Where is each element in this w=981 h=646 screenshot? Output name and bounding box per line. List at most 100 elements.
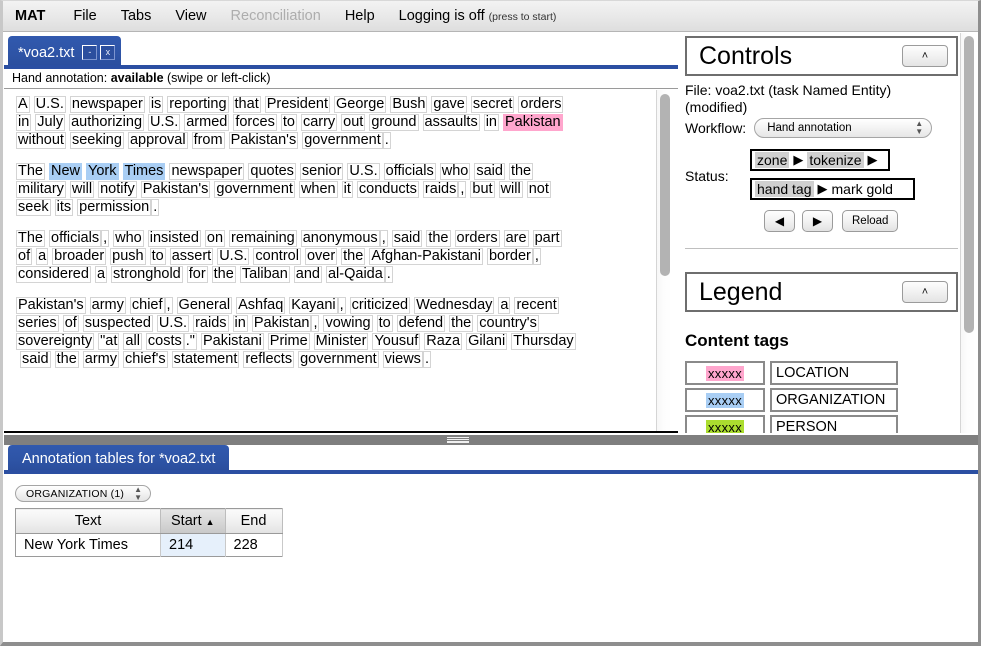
text-token[interactable]: al-Qaida (325, 266, 385, 283)
legend-tag-name[interactable]: PERSON (770, 415, 898, 433)
text-token[interactable]: for (186, 266, 208, 283)
cell-end[interactable]: 228 (225, 533, 283, 557)
text-token[interactable]: July (35, 114, 66, 131)
text-token[interactable]: is (148, 96, 164, 113)
document-vertical-scrollbar[interactable] (656, 90, 672, 431)
text-token[interactable]: who (113, 230, 144, 247)
annotated-token-org[interactable]: York (86, 163, 119, 180)
text-token[interactable]: authorizing (69, 114, 145, 131)
text-token[interactable]: will (69, 181, 95, 198)
text-token[interactable]: Raza (424, 333, 463, 350)
text-token[interactable]: newspaper (69, 96, 145, 113)
text-token[interactable]: raids (193, 315, 229, 332)
text-token[interactable]: the (211, 266, 236, 283)
text-token[interactable]: broader (52, 248, 107, 265)
text-token[interactable]: chief's (123, 351, 168, 368)
menu-brand-mat[interactable]: MAT (15, 8, 45, 24)
text-token[interactable]: the (54, 351, 79, 368)
text-token[interactable]: carry (300, 114, 338, 131)
text-token[interactable]: Prime (267, 333, 310, 350)
tag-type-select[interactable]: ORGANIZATION (1) ▲ ▼ (15, 485, 152, 502)
text-token[interactable]: the (426, 230, 451, 247)
text-token[interactable]: to (280, 114, 297, 131)
text-token[interactable]: . (384, 266, 393, 283)
reload-button[interactable]: Reload (842, 210, 899, 232)
text-token[interactable]: Minister (313, 333, 369, 350)
text-token[interactable]: who (439, 163, 471, 180)
close-icon[interactable]: x (100, 45, 116, 60)
text-token[interactable]: "at (98, 333, 120, 350)
text-token[interactable]: Yousuf (372, 333, 421, 350)
text-token[interactable]: anonymous (300, 230, 380, 247)
text-token[interactable]: , (458, 181, 467, 198)
text-token[interactable]: chief (129, 297, 165, 314)
text-token[interactable]: Taliban (239, 266, 290, 283)
right-panel-scrollbar[interactable] (960, 33, 976, 433)
minimize-icon[interactable]: - (82, 45, 98, 60)
text-token[interactable]: conducts (356, 181, 419, 198)
text-token[interactable]: secret (470, 96, 515, 113)
text-token[interactable]: said (20, 351, 51, 368)
text-token[interactable]: defend (396, 315, 446, 332)
legend-tag-name[interactable]: ORGANIZATION (770, 388, 898, 412)
text-token[interactable]: U.S. (148, 114, 181, 131)
text-token[interactable]: it (341, 181, 353, 198)
text-token[interactable]: government (302, 132, 383, 149)
text-token[interactable]: newspaper (169, 163, 245, 180)
text-token[interactable]: over (304, 248, 338, 265)
text-token[interactable]: suspected (82, 315, 153, 332)
text-token[interactable]: officials (383, 163, 436, 180)
annotated-token-org[interactable]: New (49, 163, 83, 180)
text-token[interactable]: stronghold (111, 266, 183, 283)
text-token[interactable]: armed (184, 114, 230, 131)
text-token[interactable]: of (62, 315, 79, 332)
text-token[interactable]: senior (299, 163, 344, 180)
text-token[interactable]: said (391, 230, 423, 247)
chevron-up-icon[interactable]: ˄ (902, 45, 948, 67)
text-token[interactable]: approval (127, 132, 188, 149)
text-token[interactable]: in (232, 315, 248, 332)
text-token[interactable]: . (422, 351, 431, 368)
workflow-step[interactable]: tokenize (807, 152, 864, 168)
workflow-step[interactable]: hand tag (755, 181, 814, 197)
text-token[interactable]: push (110, 248, 146, 265)
menu-item-view[interactable]: View (175, 8, 206, 24)
text-token[interactable]: , (311, 315, 320, 332)
menu-item-help[interactable]: Help (345, 8, 375, 24)
text-token[interactable]: a (36, 248, 49, 265)
text-token[interactable]: of (16, 248, 33, 265)
text-token[interactable]: are (503, 230, 529, 247)
text-token[interactable]: without (16, 132, 66, 149)
text-token[interactable]: in (16, 114, 32, 131)
workflow-step[interactable]: zone (755, 152, 790, 168)
horizontal-splitter[interactable] (4, 435, 978, 445)
text-token[interactable]: costs (145, 333, 184, 350)
text-token[interactable]: views (382, 351, 423, 368)
text-token[interactable]: orders (454, 230, 500, 247)
workflow-select[interactable]: Hand annotation ▲ ▼ (754, 118, 933, 138)
column-header-text[interactable]: Text (15, 508, 161, 534)
column-header-start[interactable]: Start ▲ (160, 508, 226, 534)
text-token[interactable]: . (151, 199, 160, 216)
text-token[interactable]: government (214, 181, 295, 198)
text-token[interactable]: and (293, 266, 322, 283)
text-token[interactable]: seeking (69, 132, 124, 149)
text-token[interactable]: will (498, 181, 523, 198)
text-token[interactable]: Wednesday (414, 297, 495, 314)
text-token[interactable]: U.S. (156, 315, 190, 332)
annotation-tables-tab[interactable]: Annotation tables for *voa2.txt (8, 445, 230, 472)
menu-item-tabs[interactable]: Tabs (121, 8, 152, 24)
text-token[interactable]: said (474, 163, 505, 180)
text-token[interactable]: A (16, 96, 30, 113)
text-token[interactable]: ." (183, 333, 197, 350)
text-token[interactable]: officials (49, 230, 102, 247)
text-token[interactable]: Afghan-Pakistani (369, 248, 483, 265)
text-token[interactable]: The (16, 230, 45, 247)
text-token[interactable]: sovereignty (16, 333, 95, 350)
text-token[interactable]: reflects (243, 351, 295, 368)
text-token[interactable]: part (532, 230, 562, 247)
document-tab-voa2[interactable]: *voa2.txt - x (8, 36, 122, 69)
text-token[interactable]: that (232, 96, 261, 113)
text-token[interactable]: control (253, 248, 301, 265)
text-token[interactable]: notify (98, 181, 137, 198)
